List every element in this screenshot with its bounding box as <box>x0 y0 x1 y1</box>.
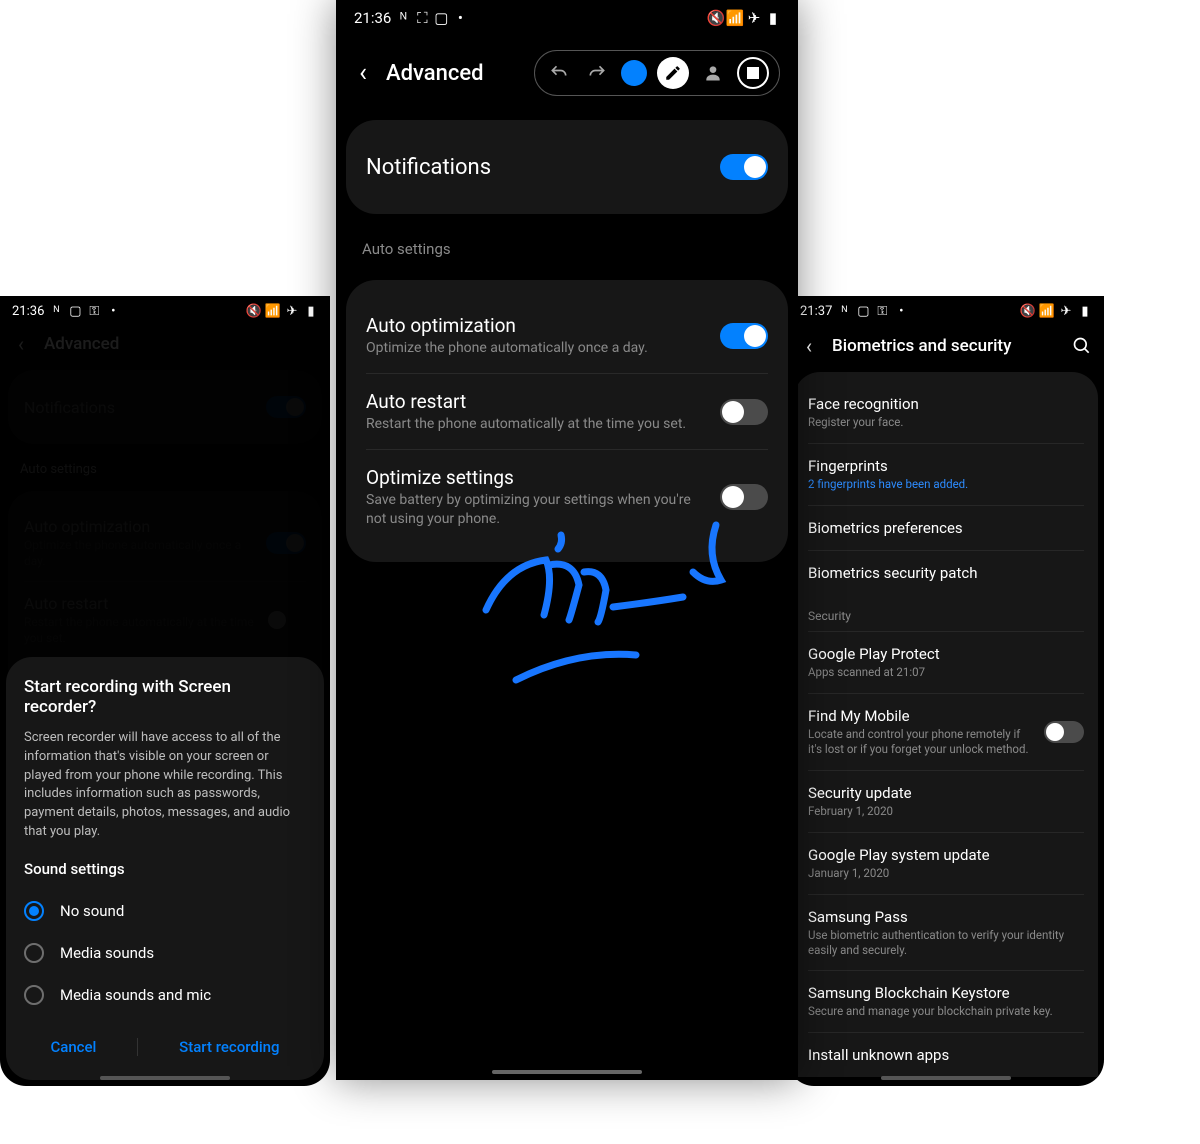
airplane-icon: ✈ <box>285 304 299 318</box>
list-item-fingerprints[interactable]: Fingerprints 2 fingerprints have been ad… <box>808 443 1084 505</box>
cast-icon: ⛶ <box>415 11 429 25</box>
page-title: Advanced <box>44 334 119 354</box>
screen-recorder-dialog: Start recording with Screen recorder? Sc… <box>6 657 324 1080</box>
notifications-card: Notifications <box>346 120 788 214</box>
battery-icon: ▮ <box>1078 304 1092 318</box>
list-item-play-system-update[interactable]: Google Play system update January 1, 202… <box>808 832 1084 894</box>
radio-option[interactable]: Media sounds and mic <box>24 974 306 1016</box>
battery-icon: ▮ <box>304 304 318 318</box>
status-bar: 21:37 ᴺ ▢ ⚿ • 🔇 📶 ✈ ▮ <box>788 296 1104 326</box>
home-indicator[interactable] <box>100 1076 230 1080</box>
key-icon: ⚿ <box>875 304 889 318</box>
toggle[interactable] <box>720 399 768 425</box>
notifications-label[interactable]: Notifications <box>24 398 258 417</box>
home-indicator[interactable] <box>492 1070 642 1074</box>
settings-list: Face recognition Register your face. Fin… <box>794 372 1098 1077</box>
phone-center: 21:36 ᴺ ⛶ ▢ • 🔇 📶 ✈ ▮ ‹ Advanced <box>336 0 798 1080</box>
start-recording-button[interactable]: Start recording <box>167 1030 291 1064</box>
list-item-find-my-mobile[interactable]: Find My Mobile Locate and control your p… <box>808 693 1084 770</box>
list-item-biometrics-prefs[interactable]: Biometrics preferences <box>808 505 1084 550</box>
toggle[interactable] <box>266 532 306 554</box>
list-item-samsung-pass[interactable]: Samsung Pass Use biometric authenticatio… <box>808 894 1084 971</box>
back-icon[interactable]: ‹ <box>12 335 30 353</box>
list-item[interactable]: Auto optimization Optimize the phone aut… <box>24 505 306 581</box>
auto-settings-label: Auto settings <box>0 452 330 483</box>
list-item-auto-optimization[interactable]: Auto optimization Optimize the phone aut… <box>366 298 768 373</box>
mute-icon: 🔇 <box>1021 304 1035 318</box>
recording-toolbar <box>534 50 780 96</box>
list-item-blockchain-keystore[interactable]: Samsung Blockchain Keystore Secure and m… <box>808 970 1084 1032</box>
mute-icon: 🔇 <box>709 11 723 25</box>
list-item-auto-restart[interactable]: Auto restart Restart the phone automatic… <box>366 373 768 449</box>
handwriting-annotation <box>386 520 766 720</box>
mute-icon: 🔇 <box>247 304 261 318</box>
stop-recording-button[interactable] <box>737 57 769 89</box>
find-my-mobile-toggle[interactable] <box>1044 721 1084 743</box>
list-item-biometrics-patch[interactable]: Biometrics security patch <box>808 550 1084 595</box>
image-icon: ▢ <box>68 304 82 318</box>
wifi-icon: 📶 <box>1040 304 1054 318</box>
phone-left: 21:36 ᴺ ▢ ⚿ • 🔇 📶 ✈ ▮ ‹ Advanced Notific… <box>0 296 330 1086</box>
header: ‹ Biometrics and security <box>788 326 1104 366</box>
toggle[interactable] <box>266 609 306 631</box>
list-item-install-unknown[interactable]: Install unknown apps <box>808 1032 1084 1077</box>
back-icon[interactable]: ‹ <box>800 337 818 355</box>
more-icon: • <box>894 304 908 318</box>
notifications-toggle[interactable] <box>266 396 306 418</box>
battery-icon: ▮ <box>766 11 780 25</box>
status-bar: 21:36 ᴺ ▢ ⚿ • 🔇 📶 ✈ ▮ <box>0 296 330 326</box>
notifications-card: Notifications <box>8 370 322 444</box>
undo-icon[interactable] <box>545 59 573 87</box>
more-icon: • <box>453 11 467 25</box>
list-item-play-protect[interactable]: Google Play Protect Apps scanned at 21:0… <box>808 631 1084 693</box>
radio-no-sound[interactable] <box>24 901 44 921</box>
more-icon: • <box>106 304 120 318</box>
status-time: 21:37 <box>800 304 832 319</box>
page-title: Advanced <box>386 61 484 86</box>
notifications-toggle[interactable] <box>720 154 768 180</box>
toggle[interactable] <box>720 323 768 349</box>
phone-right: 21:37 ᴺ ▢ ⚿ • 🔇 📶 ✈ ▮ ‹ Biometrics and s… <box>788 296 1104 1086</box>
cancel-button[interactable]: Cancel <box>38 1030 108 1064</box>
airplane-icon: ✈ <box>747 11 761 25</box>
list-item-security-update[interactable]: Security update February 1, 2020 <box>808 770 1084 832</box>
header: ‹ Advanced <box>336 36 798 106</box>
nfc-icon: ᴺ <box>49 304 63 318</box>
back-icon[interactable]: ‹ <box>354 64 372 82</box>
auto-settings-label: Auto settings <box>336 228 798 266</box>
person-icon[interactable] <box>699 59 727 87</box>
list-item[interactable]: Auto restart Restart the phone automatic… <box>24 581 306 658</box>
notifications-label[interactable]: Notifications <box>366 155 712 180</box>
dialog-body: Screen recorder will have access to all … <box>24 729 306 842</box>
radio-media-sounds[interactable] <box>24 943 44 963</box>
key-icon: ⚿ <box>87 304 101 318</box>
redo-icon[interactable] <box>583 59 611 87</box>
radio-option[interactable]: Media sounds <box>24 932 306 974</box>
toggle[interactable] <box>720 484 768 510</box>
status-time: 21:36 <box>12 304 44 319</box>
nfc-icon: ᴺ <box>396 11 410 25</box>
wifi-icon: 📶 <box>266 304 280 318</box>
pen-tool[interactable] <box>657 57 689 89</box>
home-indicator[interactable] <box>881 1076 1011 1080</box>
status-time: 21:36 <box>354 9 391 27</box>
header: ‹ Advanced <box>0 326 330 362</box>
radio-option[interactable]: No sound <box>24 890 306 932</box>
wifi-icon: 📶 <box>728 11 742 25</box>
security-label: Security <box>808 595 1084 631</box>
image-icon: ▢ <box>856 304 870 318</box>
separator <box>137 1038 138 1056</box>
airplane-icon: ✈ <box>1059 304 1073 318</box>
dialog-title: Start recording with Screen recorder? <box>24 677 306 717</box>
status-bar: 21:36 ᴺ ⛶ ▢ • 🔇 📶 ✈ ▮ <box>336 0 798 36</box>
radio-media-mic[interactable] <box>24 985 44 1005</box>
page-title: Biometrics and security <box>832 336 1011 356</box>
image-icon: ▢ <box>434 11 448 25</box>
list-item-face-recognition[interactable]: Face recognition Register your face. <box>808 382 1084 443</box>
nfc-icon: ᴺ <box>837 304 851 318</box>
search-icon[interactable] <box>1072 336 1092 356</box>
sound-settings-label: Sound settings <box>24 860 306 878</box>
color-picker-blue[interactable] <box>621 60 647 86</box>
